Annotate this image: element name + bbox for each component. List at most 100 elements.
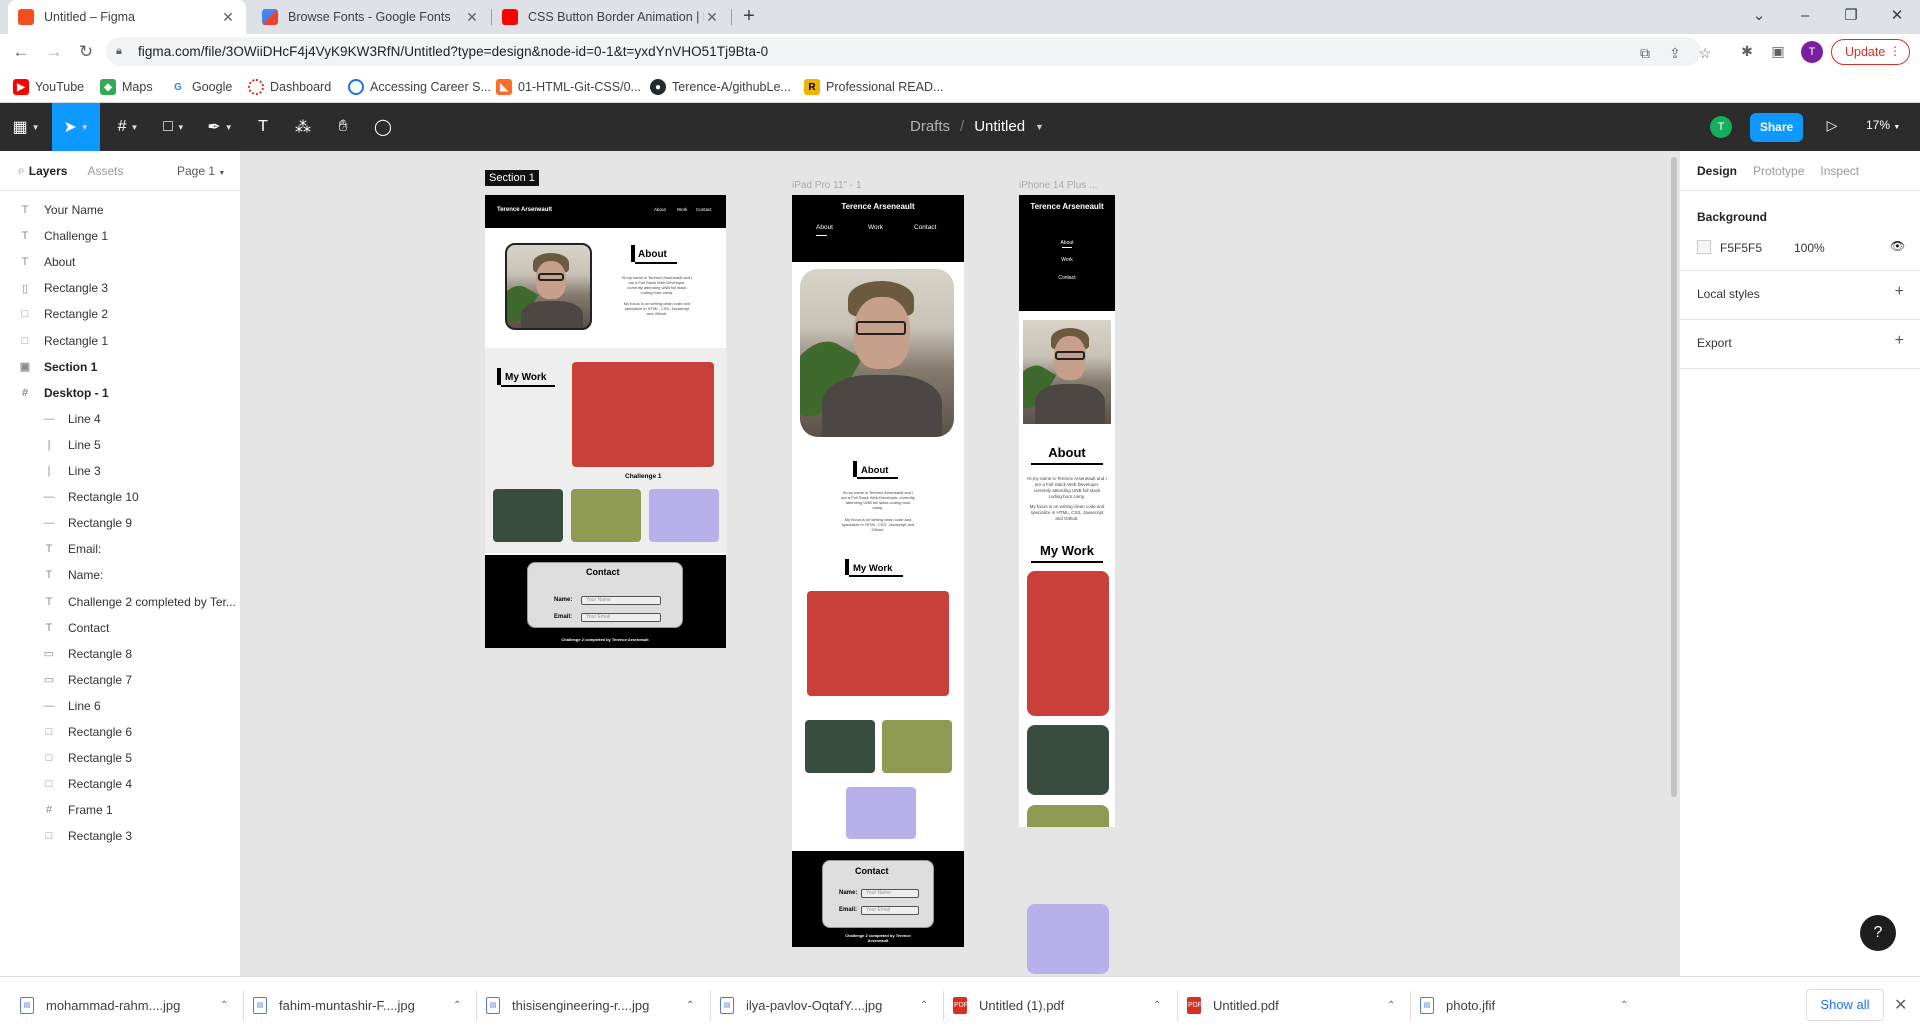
ipad-frame[interactable]: Terence Arseneault About Work Contact Ab… [792,195,964,947]
download-filename: mohammad-rahm....jpg [46,997,181,1013]
tab-divider [731,9,732,25]
bookmark-google[interactable]: G Google [170,78,232,96]
background-color-swatch[interactable] [1697,240,1711,254]
footer-text: Challenge 2 completed by Terence Arsenea… [561,637,649,642]
chevron-up-icon[interactable]: ⌃ [453,1000,461,1011]
bookmark-star-icon[interactable]: ☆ [1697,45,1713,61]
add-export-plus-icon[interactable]: + [1895,332,1904,350]
ipad-frame-label[interactable]: iPad Pro 11" - 1 [792,180,862,191]
chevron-up-icon[interactable]: ⌃ [1153,1000,1161,1011]
present-play-icon[interactable]: ▷ [1822,117,1842,137]
close-icon[interactable]: ✕ [464,9,480,26]
download-item[interactable]: ▤ photo.jfif ⌃ [1420,993,1635,1017]
share-button[interactable]: Share [1750,113,1803,142]
canvas-scrollbar[interactable] [1671,157,1677,797]
download-item[interactable]: ▤ fahim-muntashir-F....jpg ⌃ [253,993,468,1017]
breadcrumb-drafts[interactable]: Drafts [910,118,950,135]
layer-type-icon: — [43,699,55,712]
iphone-frame-label[interactable]: iPhone 14 Plus ... [1019,180,1097,191]
close-icon[interactable]: ✕ [704,9,720,26]
shape-tool-icon[interactable]: □ ▼ [154,103,194,151]
download-item[interactable]: PDF Untitled.pdf ⌃ [1187,993,1402,1017]
file-title[interactable]: Untitled [974,118,1025,135]
tab-search-icon[interactable]: ⌄ [1736,0,1782,30]
chevron-down-icon[interactable]: ▼ [1035,122,1044,135]
pen-tool-icon[interactable]: ✒ ▼ [200,103,240,151]
tab-design[interactable]: Design [1697,164,1737,178]
bookmarks-bar: ▶ YouTube ◆ Maps G Google Dashboard Accessi… [0,70,1920,103]
bookmark-dashboard[interactable]: Dashboard [248,78,331,96]
bookmark-maps[interactable]: ◆ Maps [100,78,153,96]
close-icon[interactable]: ✕ [220,9,236,26]
hand-tool-icon[interactable]: ✋︎ [328,103,358,151]
show-all-button[interactable]: Show all [1806,989,1884,1021]
section-label[interactable]: Section 1 [485,170,539,186]
tab-css-button[interactable]: CSS Button Border Animation | H ✕ [492,0,730,34]
bookmark-gitlab[interactable]: ◣ 01-HTML-Git-CSS/0... [496,78,641,96]
frame-tool-icon[interactable]: # ▼ [108,103,148,151]
bookmark-youtube[interactable]: ▶ YouTube [13,78,84,96]
chevron-up-icon[interactable]: ⌃ [1387,1000,1395,1011]
collaborator-avatar[interactable]: T [1710,116,1732,138]
layer-type-icon: | [47,438,51,451]
design-canvas[interactable]: Section 1 iPad Pro 11" - 1 iPhone 14 Plu… [241,151,1679,976]
bookmark-readme[interactable]: R Professional READ... [804,78,943,96]
download-item[interactable]: PDF Untitled (1).pdf ⌃ [953,993,1168,1017]
bookmark-github[interactable]: ● Terence-A/githubLe... [650,78,791,96]
site-name: Terence Arseneault [841,202,915,211]
reload-icon[interactable]: ↻ [74,40,98,64]
tab-assets[interactable]: Assets [87,164,123,178]
page-selector[interactable]: Page 1 ▼ [177,164,225,178]
chevron-up-icon[interactable]: ⌃ [686,1000,694,1011]
figma-main-menu-icon[interactable]: ▦ ▼ [6,103,46,151]
work-heading: My Work [505,372,547,383]
download-item[interactable]: ▤ ilya-pavlov-OqtafY....jpg ⌃ [720,993,935,1017]
close-icon[interactable]: ✕ [1894,995,1907,1015]
search-icon[interactable]: ⌕ [18,163,25,178]
layer-type-icon: | [47,465,51,477]
back-arrow-icon[interactable]: ← [9,40,33,64]
profile-avatar[interactable]: T [1801,41,1823,63]
comment-tool-icon[interactable]: ◯ [368,103,398,151]
install-app-icon[interactable]: ⧉ [1637,45,1653,61]
tab-figma[interactable]: Untitled – Figma ✕ [8,0,246,34]
download-item[interactable]: ▤ mohammad-rahm....jpg ⌃ [20,993,235,1017]
tab-title: Browse Fonts - Google Fonts [288,10,451,24]
window-close-button[interactable]: ✕ [1874,0,1920,30]
restore-button[interactable]: ❐ [1828,0,1874,30]
background-hex[interactable]: F5F5F5 [1720,241,1762,255]
address-bar[interactable]: 🔒︎ figma.com/file/3OWiiDHcF4j4VyK9KW3RfN… [106,37,1711,66]
forward-arrow-icon[interactable]: → [42,40,66,64]
tab-layers[interactable]: Layers [29,164,68,178]
nav-work: Work [1061,257,1073,263]
resources-tool-icon[interactable]: ⁂ [288,103,318,151]
bookmark-career[interactable]: Accessing Career S... [348,78,491,96]
layer-item[interactable]: □ Rectangle 3 [0,820,240,852]
desktop-frame[interactable]: Terence Arseneault About Work Contact Ab… [485,195,726,648]
chevron-up-icon[interactable]: ⌃ [920,1000,928,1011]
new-tab-button[interactable]: + [737,5,761,29]
tab-google-fonts[interactable]: Browse Fonts - Google Fonts ✕ [252,0,490,34]
image-file-icon: ▤ [253,996,267,1014]
side-panel-icon[interactable]: ▣ [1769,42,1787,60]
github-icon: ● [650,79,666,95]
tab-prototype[interactable]: Prototype [1753,164,1804,178]
minimize-button[interactable]: – [1782,0,1828,30]
chevron-up-icon[interactable]: ⌃ [220,1000,228,1011]
help-question-icon[interactable]: ? [1860,915,1896,951]
extensions-puzzle-icon[interactable]: ✱ [1738,42,1756,60]
share-icon[interactable]: ⇪ [1667,45,1683,61]
eye-visibility-icon[interactable]: 👁︎ [1890,239,1905,253]
update-button[interactable]: Update ⋮ [1831,39,1910,65]
zoom-level[interactable]: 17% ▼ [1866,118,1900,132]
iphone-frame[interactable]: Terence Arseneault About Work Contact Ab… [1019,195,1115,827]
move-tool-icon[interactable]: ➤ ▼ [52,103,100,151]
chevron-up-icon[interactable]: ⌃ [1620,1000,1628,1011]
layer-name: Rectangle 6 [68,725,133,739]
background-opacity[interactable]: 100% [1794,241,1825,255]
about-heading: About [1048,445,1086,460]
download-item[interactable]: ▤ thisisengineering-r....jpg ⌃ [486,993,701,1017]
add-style-plus-icon[interactable]: + [1895,283,1904,301]
tab-inspect[interactable]: Inspect [1820,164,1859,178]
text-tool-icon[interactable]: T [248,103,278,151]
